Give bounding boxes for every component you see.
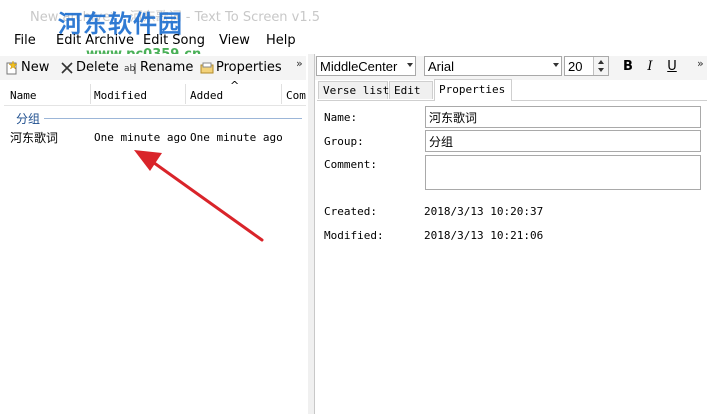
annotation-arrow-shaft — [148, 158, 264, 242]
annotation-arrow-head — [134, 150, 162, 171]
annotation-arrow — [134, 150, 264, 242]
